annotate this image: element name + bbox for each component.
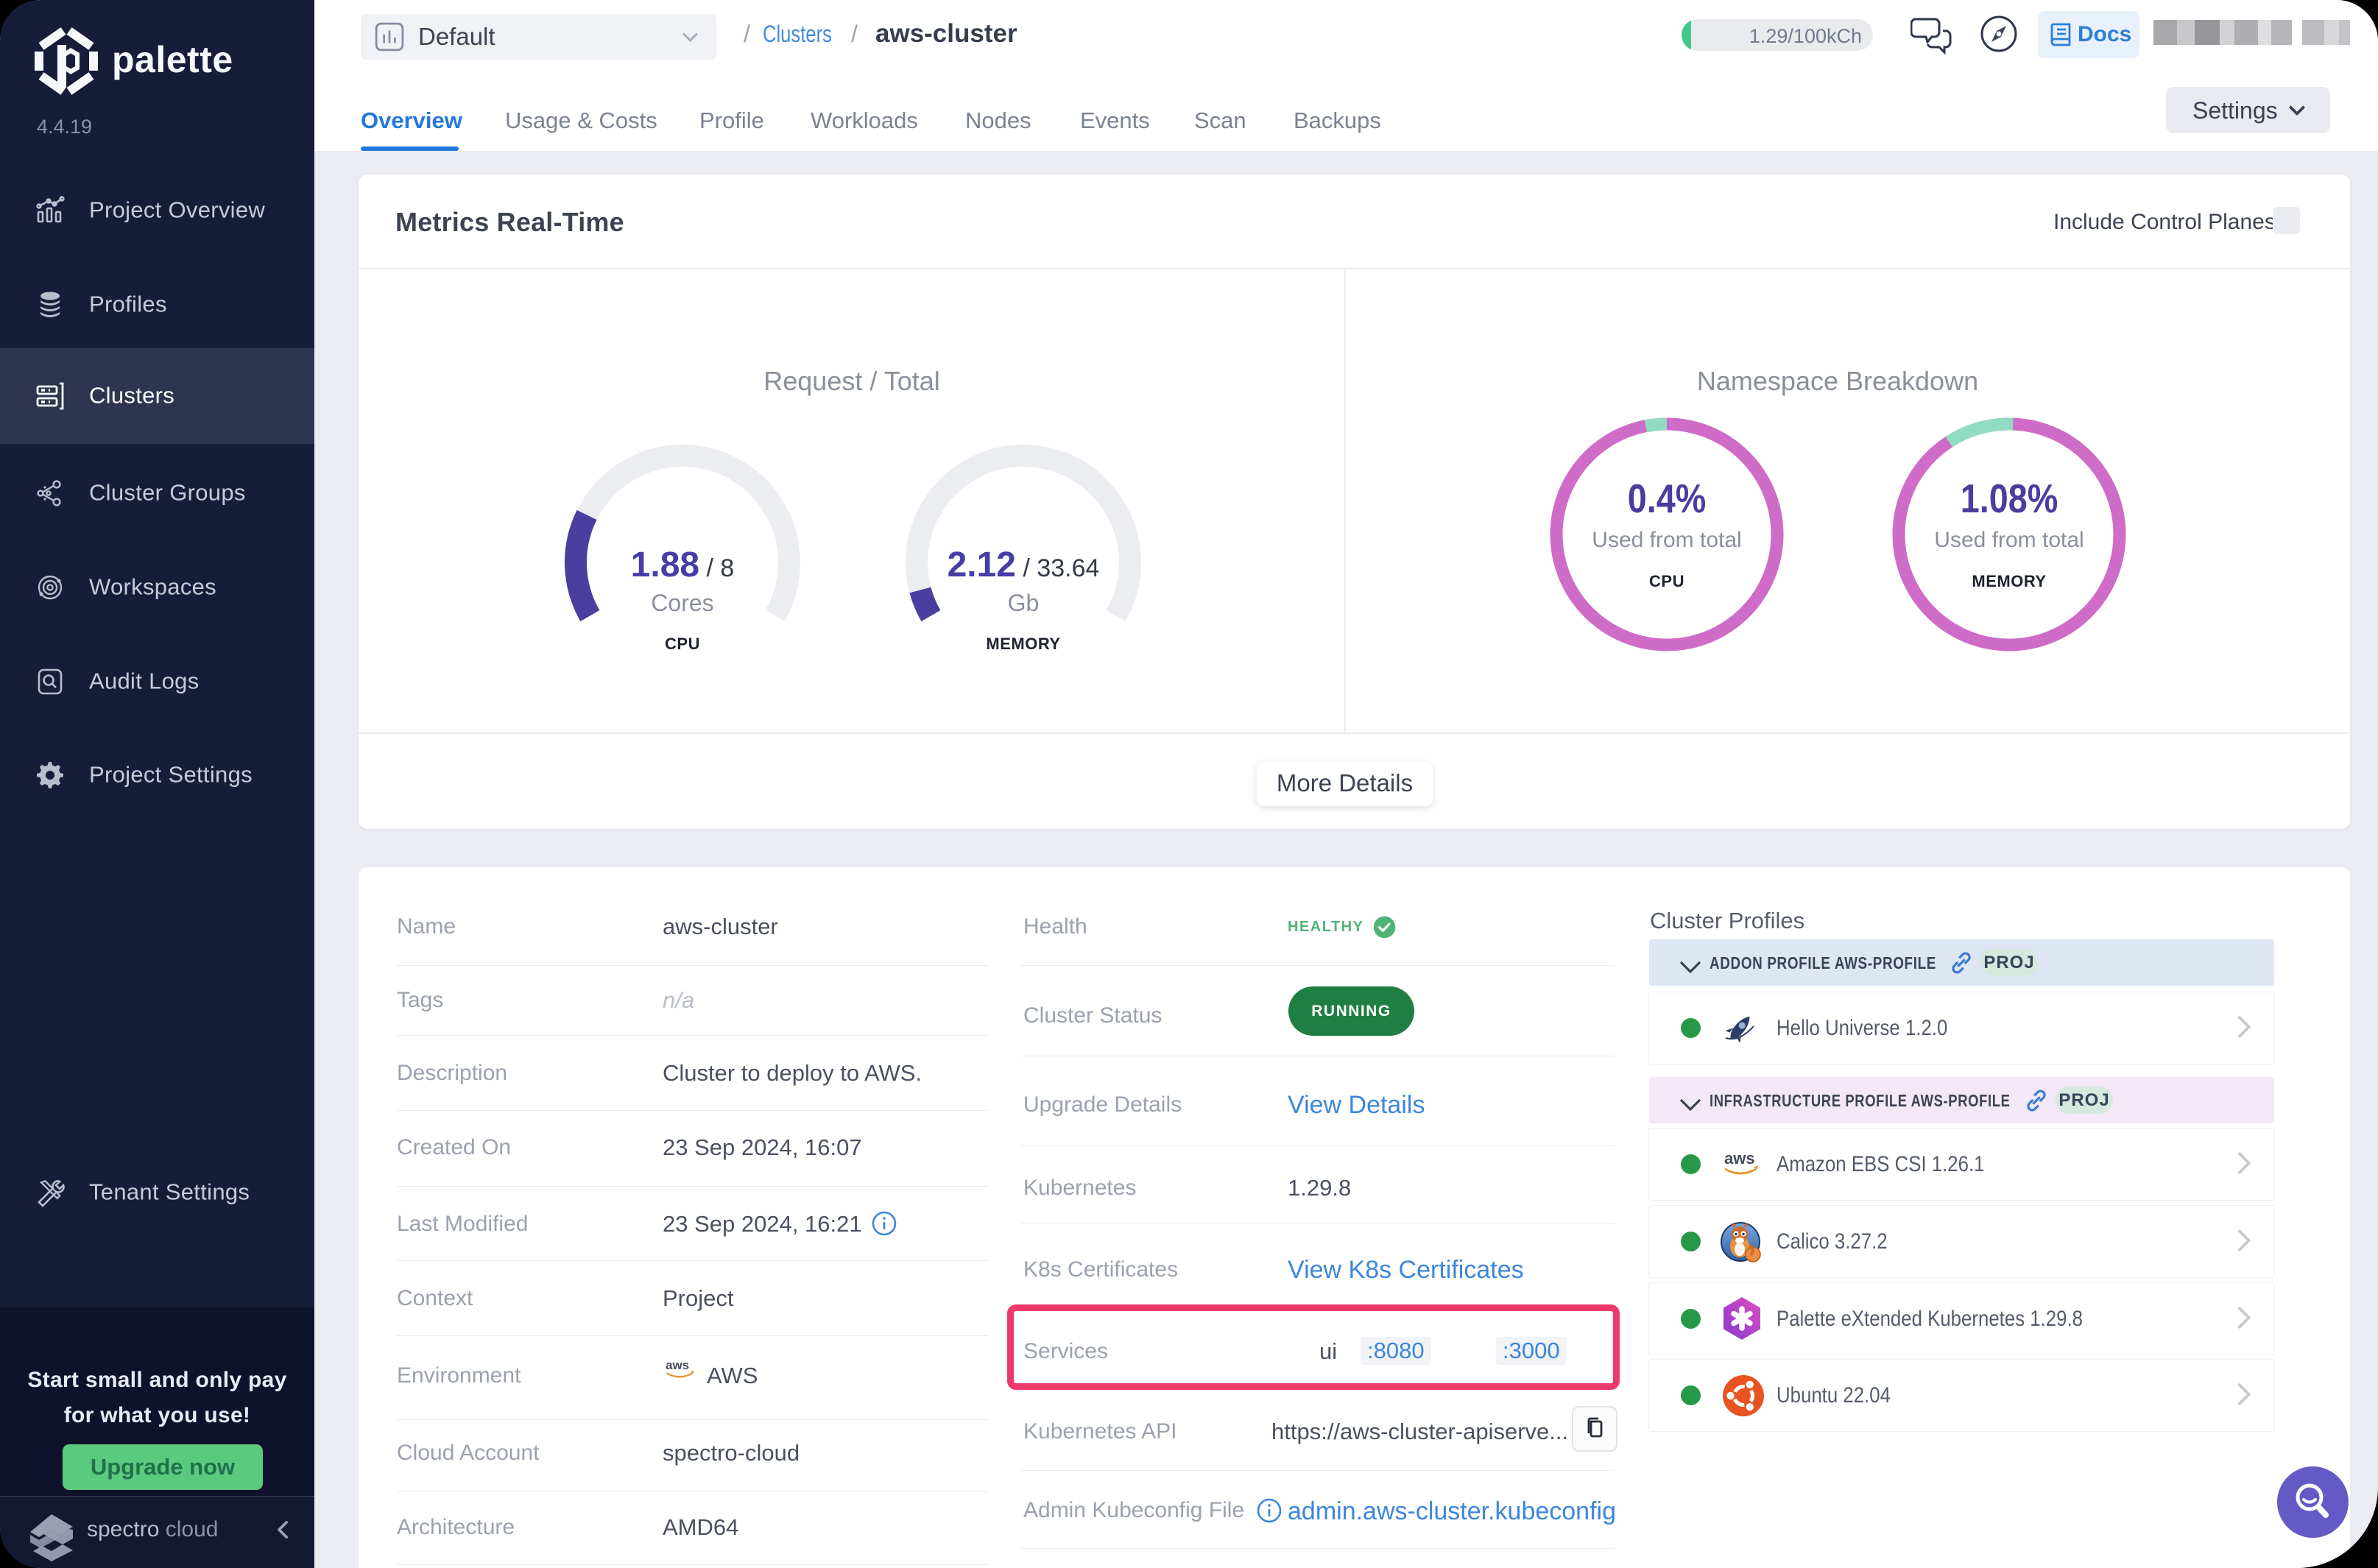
svg-text:aws: aws <box>1724 1149 1755 1168</box>
svg-text:aws: aws <box>666 1358 689 1372</box>
